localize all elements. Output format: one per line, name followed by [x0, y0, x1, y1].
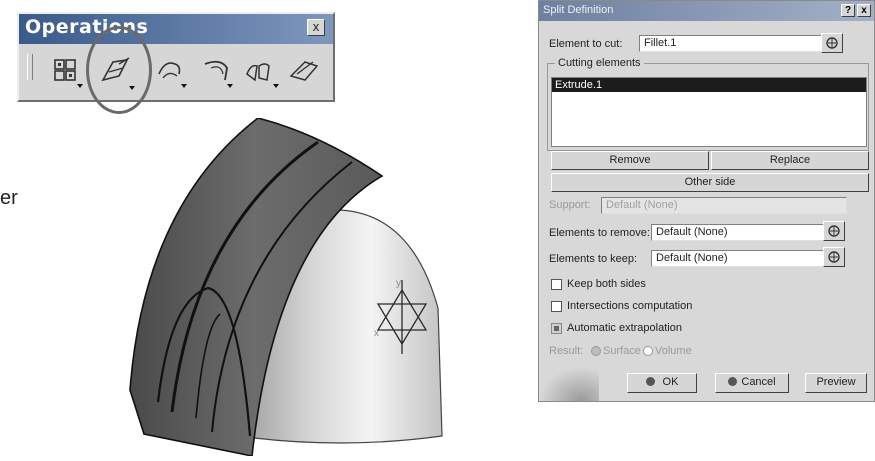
volume-radio [643, 346, 653, 356]
remove-button[interactable]: Remove [551, 151, 709, 170]
trim-icon[interactable] [155, 54, 191, 92]
help-button[interactable]: ? [841, 4, 855, 17]
highlight-circle [86, 26, 152, 114]
auto-extrapolation-checkbox[interactable] [551, 323, 562, 334]
selection-icon [828, 225, 840, 237]
elements-to-keep-label: Elements to keep: [549, 253, 638, 265]
support-field: Default (None) [601, 197, 847, 214]
ok-icon [645, 377, 655, 386]
cutting-elements-label: Cutting elements [555, 57, 644, 69]
elements-to-keep-select-button[interactable] [823, 247, 845, 267]
element-to-cut-label: Element to cut: [549, 38, 623, 50]
support-label: Support: [549, 199, 591, 211]
extract-icon[interactable] [287, 54, 323, 92]
element-to-cut-field[interactable]: Fillet.1 [639, 35, 825, 52]
toolbar-grip[interactable] [27, 54, 33, 80]
replace-button[interactable]: Replace [711, 151, 869, 170]
elements-to-remove-field[interactable]: Default (None) [651, 224, 825, 241]
selection-icon [826, 37, 838, 49]
dialog-logo [539, 367, 599, 401]
side-text: er [0, 187, 18, 209]
axis-y-label: y [396, 278, 401, 289]
other-side-button[interactable]: Other side [551, 173, 869, 192]
dialog-close-button[interactable]: x [857, 4, 871, 17]
part-3d-view[interactable]: y x [120, 117, 450, 461]
toolbar-titlebar[interactable]: Operations x [19, 14, 333, 44]
intersections-label: Intersections computation [567, 300, 693, 312]
cutting-elements-list[interactable]: Extrude.1 [551, 77, 867, 147]
list-item[interactable]: Extrude.1 [552, 78, 866, 92]
translate-icon[interactable] [243, 54, 279, 92]
surface-label: Surface [603, 345, 641, 357]
operations-toolbar: Operations x [17, 12, 335, 102]
intersections-checkbox[interactable] [551, 301, 562, 312]
surface-radio [591, 346, 601, 356]
keep-both-sides-checkbox[interactable] [551, 279, 562, 290]
elements-to-remove-label: Elements to remove: [549, 227, 650, 239]
cancel-button[interactable]: Cancel [715, 373, 789, 393]
cancel-icon [728, 377, 738, 386]
result-label: Result: [549, 345, 584, 357]
toolbar-close-button[interactable]: x [307, 19, 325, 36]
dialog-title: Split Definition [543, 4, 614, 16]
preview-button[interactable]: Preview [805, 373, 867, 393]
ok-button[interactable]: OK [627, 373, 697, 393]
keep-both-sides-label: Keep both sides [567, 278, 646, 290]
elements-to-remove-select-button[interactable] [823, 221, 845, 241]
auto-extrapolation-label: Automatic extrapolation [567, 322, 682, 334]
elements-to-keep-field[interactable]: Default (None) [651, 250, 825, 267]
join-icon[interactable] [49, 54, 85, 92]
axis-x-label: x [374, 328, 379, 339]
dialog-titlebar[interactable]: Split Definition ? x [539, 1, 874, 21]
fillet-icon[interactable] [201, 54, 237, 92]
volume-label: Volume [655, 345, 692, 357]
element-to-cut-select-button[interactable] [821, 33, 843, 53]
split-definition-dialog: Split Definition ? x Element to cut: Fil… [538, 0, 875, 402]
selection-icon [828, 251, 840, 263]
